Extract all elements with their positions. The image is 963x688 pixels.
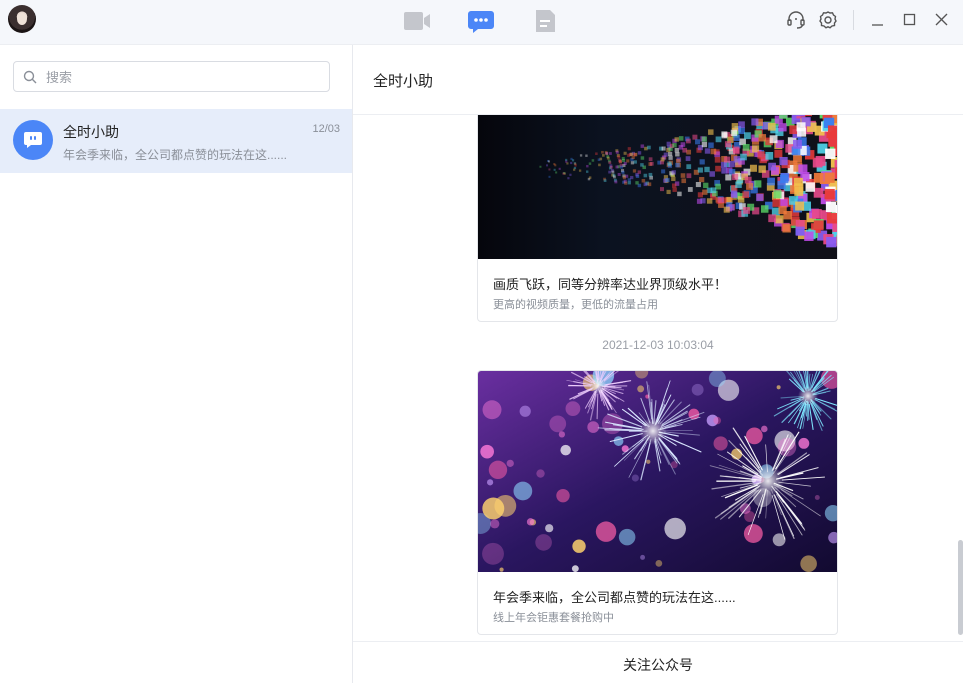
chat-bubble-icon [23,130,43,150]
follow-official-account-button[interactable]: 关注公众号 [353,642,963,684]
conversation-item[interactable]: 全时小助 12/03 年会季来临，全公司都点赞的玩法在这...... [0,109,352,173]
maximize-icon[interactable] [898,9,920,31]
chat-footer: 关注公众号 [353,641,963,684]
nav-chat-tab[interactable] [467,9,495,33]
scrollbar-thumb[interactable] [958,540,963,635]
article-cover-image [478,115,837,259]
headset-icon[interactable] [785,9,807,31]
article-subtitle: 线上年会钜惠套餐抢购中 [493,609,614,625]
title-bar [0,0,963,45]
article-card[interactable]: 画质飞跃，同等分辨率达业界顶级水平！ 更高的视频质量，更低的流量占用 [477,115,838,322]
message-list[interactable]: 画质飞跃，同等分辨率达业界顶级水平！ 更高的视频质量，更低的流量占用 2021-… [353,115,963,641]
article-title: 画质飞跃，同等分辨率达业界顶级水平！ [493,274,727,293]
chat-bubble-icon [467,9,495,33]
conversation-name: 全时小助 [63,122,119,142]
nav-document-tab[interactable] [531,9,559,33]
conversation-preview: 年会季来临，全公司都点赞的玩法在这...... [63,146,287,163]
message-timestamp: 2021-12-03 10:03:04 [353,338,963,352]
assistant-avatar [13,120,53,160]
conversation-time: 12/03 [312,123,340,135]
article-subtitle: 更高的视频质量，更低的流量占用 [493,296,658,312]
minimize-icon[interactable] [866,9,888,31]
article-title: 年会季来临，全公司都点赞的玩法在这...... [493,587,736,606]
nav-video-tab[interactable] [403,9,431,33]
search-input[interactable] [44,66,328,89]
search-box[interactable] [13,61,330,92]
chat-title: 全时小助 [373,70,433,91]
video-camera-icon [403,9,431,33]
titlebar-separator [853,10,854,30]
article-cover-image [478,371,837,572]
search-icon [23,70,37,84]
chat-panel: 全时小助 画质飞跃，同等分辨率达业界顶级水平！ 更高的视频质量，更低的流量占用 … [353,45,963,683]
article-card[interactable]: 年会季来临，全公司都点赞的玩法在这...... 线上年会钜惠套餐抢购中 [477,370,838,635]
settings-gear-icon[interactable] [817,9,839,31]
close-icon[interactable] [930,9,952,31]
conversation-sidebar: 全时小助 12/03 年会季来临，全公司都点赞的玩法在这...... [0,45,353,683]
chat-header: 全时小助 [353,45,963,115]
user-avatar[interactable] [8,5,36,33]
document-icon [531,9,559,33]
